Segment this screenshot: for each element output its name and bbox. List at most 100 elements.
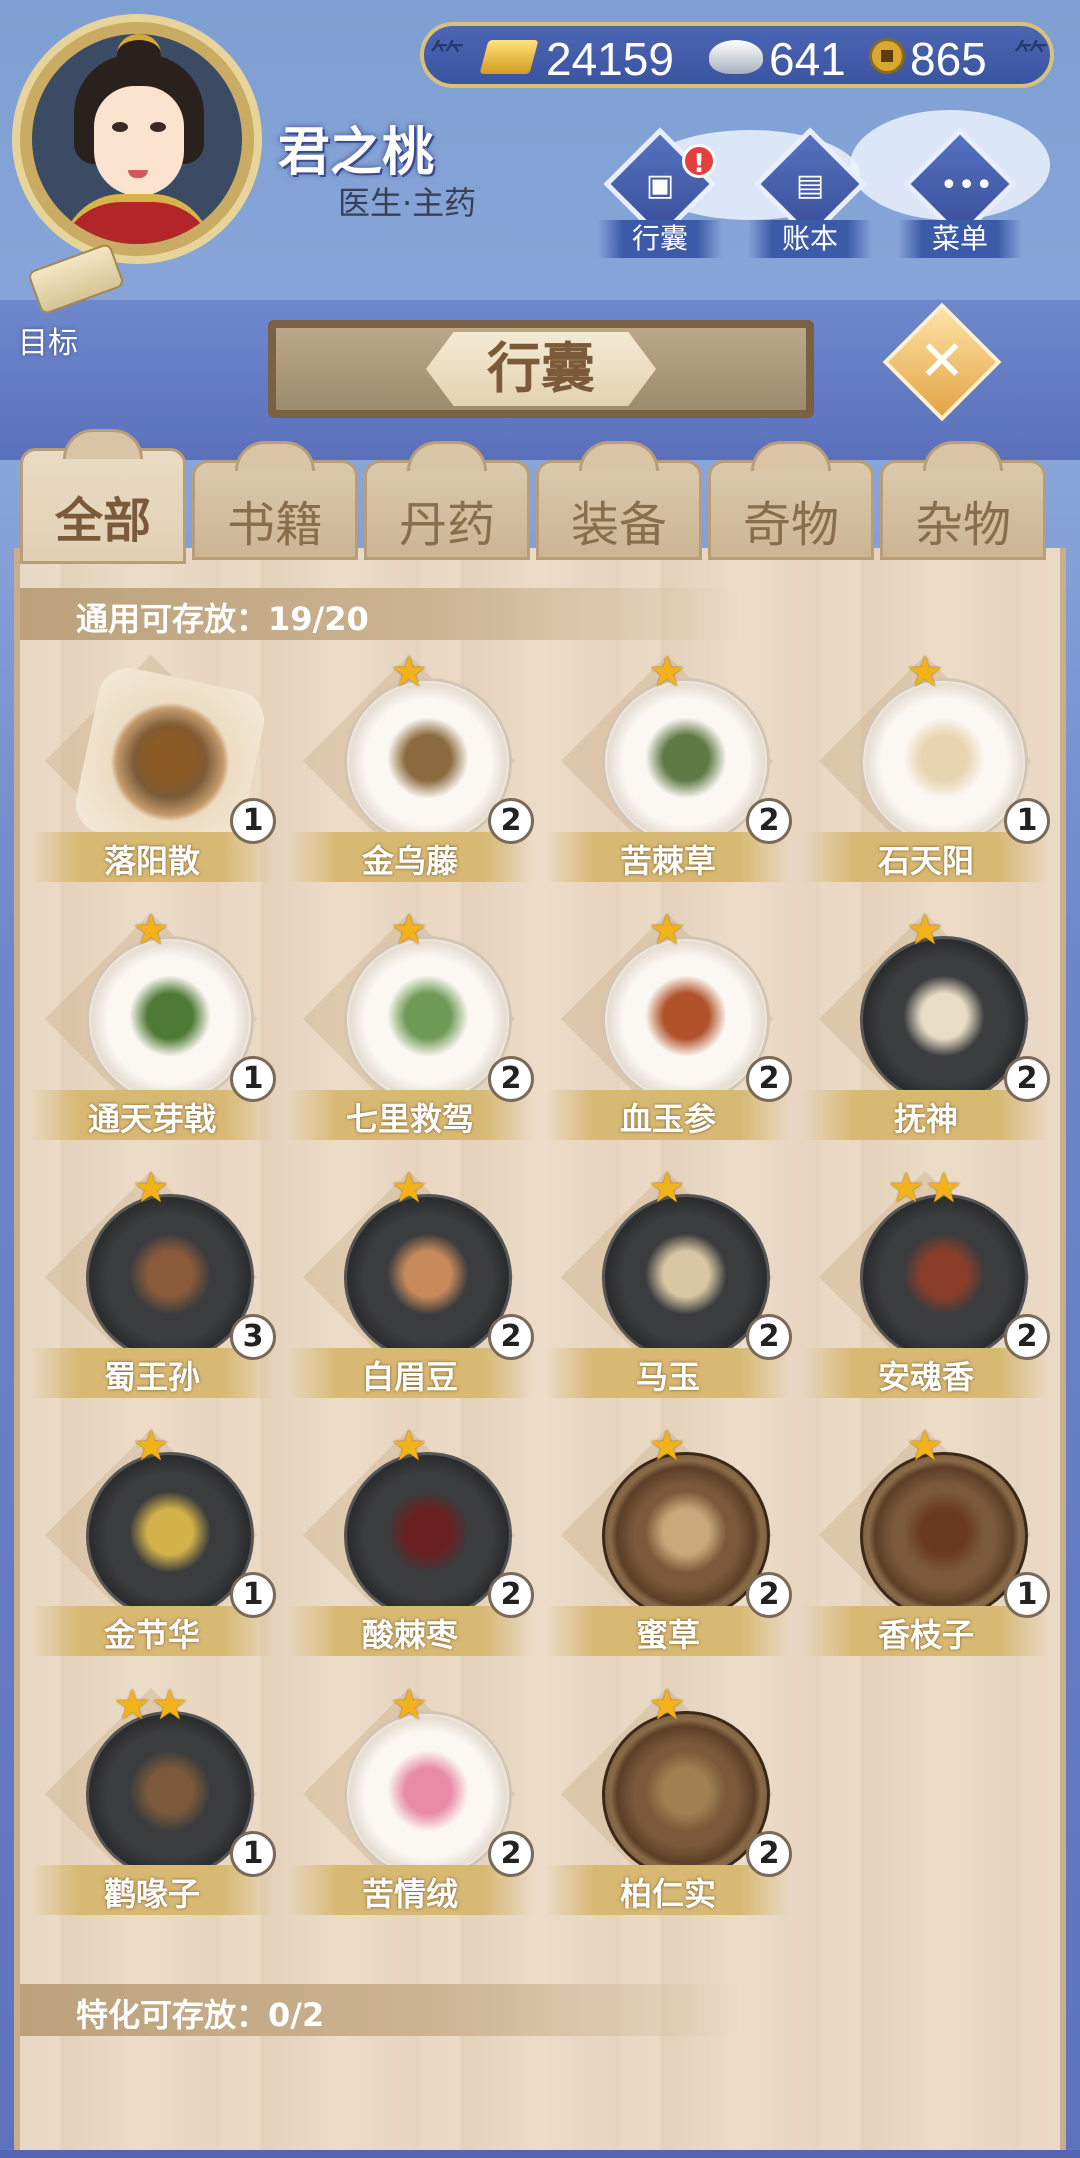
rarity-stars: ★: [390, 905, 428, 954]
inventory-item[interactable]: ★ 蜜草 2: [538, 1424, 796, 1674]
inventory-item[interactable]: ★ 石天阳 1: [796, 650, 1054, 900]
gold-ingot-icon: [479, 40, 539, 74]
item-name: 落阳散: [103, 842, 200, 880]
inventory-item[interactable]: ★ 蜀王孙 3: [22, 1166, 280, 1416]
bamboo-icon: ⺮: [1014, 38, 1048, 78]
item-herb-image: [130, 1751, 210, 1831]
item-name: 蜀王孙: [103, 1358, 200, 1396]
item-herb-image: [904, 718, 984, 798]
rarity-stars: ★: [390, 1421, 428, 1470]
rarity-stars: ★: [906, 905, 944, 954]
gold-amount: 24159: [546, 33, 674, 85]
item-count: 2: [1004, 1056, 1050, 1102]
item-count: 2: [488, 1831, 534, 1877]
rarity-stars: ★: [648, 1421, 686, 1470]
rarity-stars: ★: [648, 905, 686, 954]
goal-button[interactable]: 目标: [18, 242, 128, 361]
inventory-item[interactable]: ★ 白眉豆 2: [280, 1166, 538, 1416]
tab-misc[interactable]: 杂物: [880, 441, 1046, 560]
item-herb-image: [646, 1751, 726, 1831]
item-name-bar: 蜀王孙: [30, 1348, 274, 1398]
inventory-item[interactable]: ★ 金乌藤 2: [280, 650, 538, 900]
silver-amount: 641: [769, 33, 846, 85]
item-herb-image: [388, 718, 468, 798]
inventory-item[interactable]: ★ 抚神 2: [796, 908, 1054, 1158]
copper-coin-icon: [869, 38, 905, 74]
item-count: 2: [746, 1572, 792, 1618]
item-count: 2: [488, 1314, 534, 1360]
item-name: 白眉豆: [361, 1358, 458, 1396]
top-bar: 君之桃 医生·主药 ⺮ 24159 641 865 ⺮ ▣ ! 行囊 ▤ 账本 …: [0, 0, 1080, 361]
item-name-bar: 蜜草: [546, 1606, 790, 1656]
bottom-border: [0, 2150, 1080, 2158]
item-herb-image: [904, 976, 984, 1056]
tab-books[interactable]: 书籍: [192, 441, 358, 560]
item-herb-image: [130, 718, 210, 798]
item-count: 2: [746, 1831, 792, 1877]
item-count: 2: [488, 798, 534, 844]
inventory-item[interactable]: ★ 酸棘枣 2: [280, 1424, 538, 1674]
item-name: 金节华: [103, 1616, 200, 1654]
tab-pills[interactable]: 丹药: [364, 441, 530, 560]
ledger-label: 账本: [748, 220, 872, 258]
more-icon: •••: [940, 168, 994, 203]
rarity-stars: ★★: [113, 1680, 189, 1729]
tab-all[interactable]: 全部: [20, 429, 186, 564]
rarity-stars: ★: [648, 1680, 686, 1729]
item-name: 马玉: [635, 1358, 700, 1396]
rarity-stars: ★: [906, 647, 944, 696]
item-name-bar: 抚神: [804, 1090, 1048, 1140]
item-name: 蜜草: [635, 1616, 700, 1654]
inventory-item[interactable]: ★ 苦棘草 2: [538, 650, 796, 900]
inventory-item[interactable]: ★★ 安魂香 2: [796, 1166, 1054, 1416]
item-name-bar: 金节华: [30, 1606, 274, 1656]
rarity-stars: ★: [648, 1163, 686, 1212]
inventory-item[interactable]: ★ 苦情绒 2: [280, 1683, 538, 1933]
bag-icon: ▣: [645, 168, 675, 203]
rarity-stars: ★: [390, 647, 428, 696]
item-herb-image: [130, 976, 210, 1056]
item-count: 1: [230, 798, 276, 844]
inventory-item[interactable]: ★ 柏仁实 2: [538, 1683, 796, 1933]
item-count: 1: [1004, 798, 1050, 844]
bag-button[interactable]: ▣ ! 行囊: [598, 127, 722, 264]
tab-equipment[interactable]: 装备: [536, 441, 702, 560]
ledger-button[interactable]: ▤ 账本: [748, 127, 872, 264]
rarity-stars: ★: [390, 1163, 428, 1212]
item-name-bar: 鹳喙子: [30, 1865, 274, 1915]
item-name-bar: 通天芽戟: [30, 1090, 274, 1140]
item-herb-image: [646, 1234, 726, 1314]
item-name: 安魂香: [877, 1358, 974, 1396]
item-name: 酸棘枣: [361, 1616, 458, 1654]
item-herb-image: [646, 1492, 726, 1572]
item-name-bar: 落阳散: [30, 832, 274, 882]
item-name: 七里救驾: [345, 1100, 474, 1138]
item-count: 1: [230, 1831, 276, 1877]
avatar[interactable]: [12, 14, 262, 264]
item-herb-image: [388, 976, 468, 1056]
item-name-bar: 石天阳: [804, 832, 1048, 882]
inventory-item[interactable]: ★ 七里救驾 2: [280, 908, 538, 1158]
inventory-item[interactable]: ★ 血玉参 2: [538, 908, 796, 1158]
inventory-item[interactable]: ★ 马玉 2: [538, 1166, 796, 1416]
inventory-item[interactable]: ★ 金节华 1: [22, 1424, 280, 1674]
silver-ingot-icon: [709, 40, 763, 74]
inventory-item[interactable]: ★★ 鹳喙子 1: [22, 1683, 280, 1933]
tab-curios[interactable]: 奇物: [708, 441, 874, 560]
rarity-stars: ★: [132, 1163, 170, 1212]
inventory-item[interactable]: 落阳散 1: [22, 650, 280, 900]
item-herb-image: [130, 1492, 210, 1572]
general-storage-header: 通用可存放：19/20: [20, 588, 740, 640]
inventory-item[interactable]: ★ 香枝子 1: [796, 1424, 1054, 1674]
item-herb-image: [388, 1492, 468, 1572]
inventory-item[interactable]: ★ 通天芽戟 1: [22, 908, 280, 1158]
item-count: 1: [230, 1572, 276, 1618]
bag-label: 行囊: [598, 220, 722, 258]
item-name: 柏仁实: [619, 1875, 716, 1913]
item-name-bar: 七里救驾: [288, 1090, 532, 1140]
menu-button[interactable]: ••• 菜单: [898, 127, 1022, 264]
item-name: 香枝子: [877, 1616, 974, 1654]
item-name: 血玉参: [619, 1100, 716, 1138]
player-name: 君之桃: [278, 123, 435, 183]
item-count: 2: [488, 1572, 534, 1618]
